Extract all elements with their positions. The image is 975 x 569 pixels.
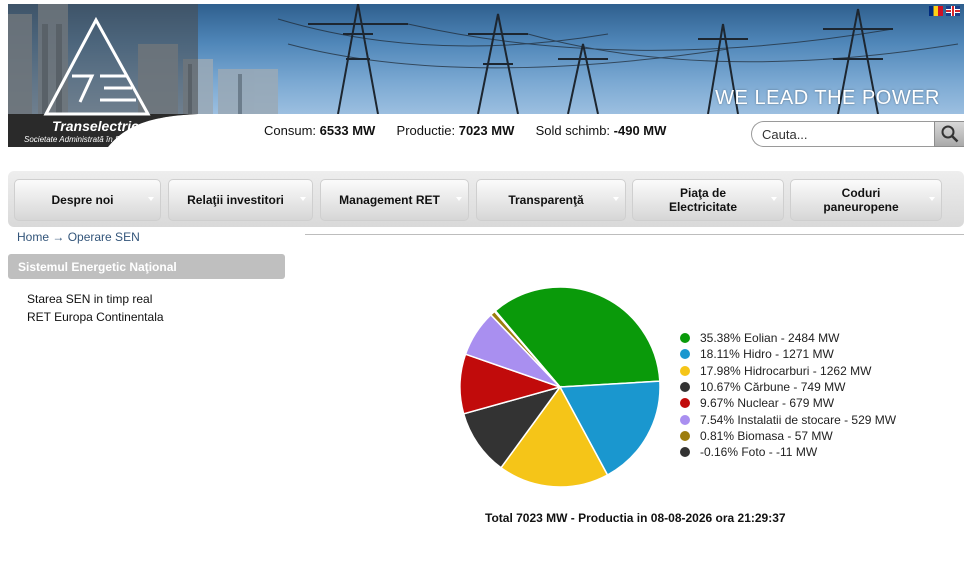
legend-label: 10.67% Cărbune - 749 MW — [700, 380, 846, 395]
chevron-down-icon — [613, 197, 619, 201]
breadcrumb-separator: → — [52, 230, 65, 244]
transelectrica-logo[interactable]: Transelectrica Societate Administrată în… — [8, 4, 198, 147]
chevron-down-icon — [456, 197, 462, 201]
legend-item-4[interactable]: 9.67% Nuclear - 679 MW — [680, 395, 896, 411]
search-input[interactable] — [751, 121, 934, 147]
legend-item-5[interactable]: 7.54% Instalatii de stocare - 529 MW — [680, 411, 896, 427]
consum-label: Consum: — [264, 123, 317, 138]
search-icon — [941, 125, 958, 143]
logo-subtitle: Societate Administrată în Sistem Dualist — [24, 135, 166, 144]
breadcrumb-divider — [305, 234, 964, 235]
legend-dot-icon — [680, 430, 690, 441]
legend-dot-icon — [680, 365, 690, 376]
chevron-down-icon — [300, 197, 306, 201]
sold-value: -490 MW — [613, 123, 667, 138]
legend-item-3[interactable]: 10.67% Cărbune - 749 MW — [680, 379, 896, 395]
romanian-flag-icon[interactable] — [929, 6, 943, 16]
nav-relatii-investitori[interactable]: Relaţii investitori — [168, 179, 313, 221]
breadcrumb-current[interactable]: Operare SEN — [68, 230, 140, 244]
legend-item-7[interactable]: -0.16% Foto - -11 MW — [680, 444, 896, 460]
chart-caption: Total 7023 MW - Productia in 08-08-2026 … — [485, 511, 786, 525]
sidebar-item-label[interactable]: Starea SEN in timp real — [27, 292, 152, 306]
nav-transparenta[interactable]: Transparenţă — [476, 179, 626, 221]
consum-value: 6533 MW — [319, 123, 376, 138]
slogan-text: WE LEAD THE POWER — [715, 87, 940, 109]
main-navigation: Despre noi Relaţii investitori Managemen… — [8, 171, 964, 227]
sold-label: Sold schimb: — [535, 123, 611, 138]
legend-item-0[interactable]: 35.38% Eolian - 2484 MW — [680, 330, 896, 346]
chart-legend: 35.38% Eolian - 2484 MW 18.11% Hidro - 12… — [680, 330, 896, 460]
logo-name: Transelectrica — [52, 118, 147, 134]
legend-label: -0.16% Foto - -11 MW — [700, 445, 818, 460]
legend-label: 17.98% Hidrocarburi - 1262 MW — [700, 363, 872, 378]
legend-label: 18.11% Hidro - 1271 MW — [700, 347, 834, 362]
legend-dot-icon — [680, 333, 690, 344]
legend-dot-icon — [680, 349, 690, 360]
productie-value: 7023 MW — [458, 123, 515, 138]
search-box — [751, 121, 964, 147]
legend-dot-icon — [680, 414, 690, 425]
productie-label: Productie: — [396, 123, 456, 138]
pie-slices — [459, 286, 661, 488]
sidebar-title: Sistemul Energetic Naţional — [8, 254, 285, 279]
legend-item-6[interactable]: 0.81% Biomasa - 57 MW — [680, 428, 896, 444]
legend-item-2[interactable]: 17.98% Hidrocarburi - 1262 MW — [680, 363, 896, 379]
language-switcher — [929, 6, 960, 16]
legend-label: 0.81% Biomasa - 57 MW — [700, 428, 833, 443]
sidebar-menu: Starea SEN in timp real RET Europa Conti… — [27, 291, 164, 327]
chevron-down-icon — [771, 197, 777, 201]
search-button[interactable] — [934, 121, 964, 147]
sidebar-item-ret-europa[interactable]: RET Europa Continentala — [27, 309, 164, 327]
nav-management-ret[interactable]: Management RET — [320, 179, 469, 221]
nav-item-label: Transparenţă — [508, 193, 584, 207]
sidebar-item-label[interactable]: RET Europa Continentala — [27, 310, 164, 324]
legend-item-1[interactable]: 18.11% Hidro - 1271 MW — [680, 346, 896, 362]
nav-item-label: Relaţii investitori — [187, 193, 284, 207]
sidebar-item-starea-sen[interactable]: Starea SEN in timp real — [27, 291, 164, 309]
nav-item-label: Coduri paneuropene — [823, 186, 899, 214]
nav-item-label: Piaţa de Electricitate — [668, 186, 738, 214]
nav-item-label: Despre noi — [51, 193, 114, 207]
uk-flag-icon[interactable] — [946, 6, 960, 16]
legend-label: 9.67% Nuclear - 679 MW — [700, 396, 835, 411]
chevron-down-icon — [148, 197, 154, 201]
chevron-down-icon — [929, 197, 935, 201]
nav-item-label: Management RET — [339, 193, 440, 207]
energy-stats: Consum: 6533 MW Productie: 7023 MW Sold … — [264, 123, 666, 138]
nav-piata-de-electricitate[interactable]: Piaţa de Electricitate — [632, 179, 784, 221]
legend-label: 35.38% Eolian - 2484 MW — [700, 331, 840, 346]
breadcrumb: Home → Operare SEN — [17, 230, 140, 244]
breadcrumb-home-link[interactable]: Home — [17, 230, 49, 244]
nav-coduri-paneuropene[interactable]: Coduri paneuropene — [790, 179, 942, 221]
legend-dot-icon — [680, 398, 690, 409]
legend-dot-icon — [680, 382, 690, 393]
legend-dot-icon — [680, 447, 690, 458]
nav-despre-noi[interactable]: Despre noi — [14, 179, 161, 221]
site-header: WE LEAD THE POWER Transelectrica Societa… — [8, 4, 964, 154]
legend-label: 7.54% Instalatii de stocare - 529 MW — [700, 412, 897, 427]
